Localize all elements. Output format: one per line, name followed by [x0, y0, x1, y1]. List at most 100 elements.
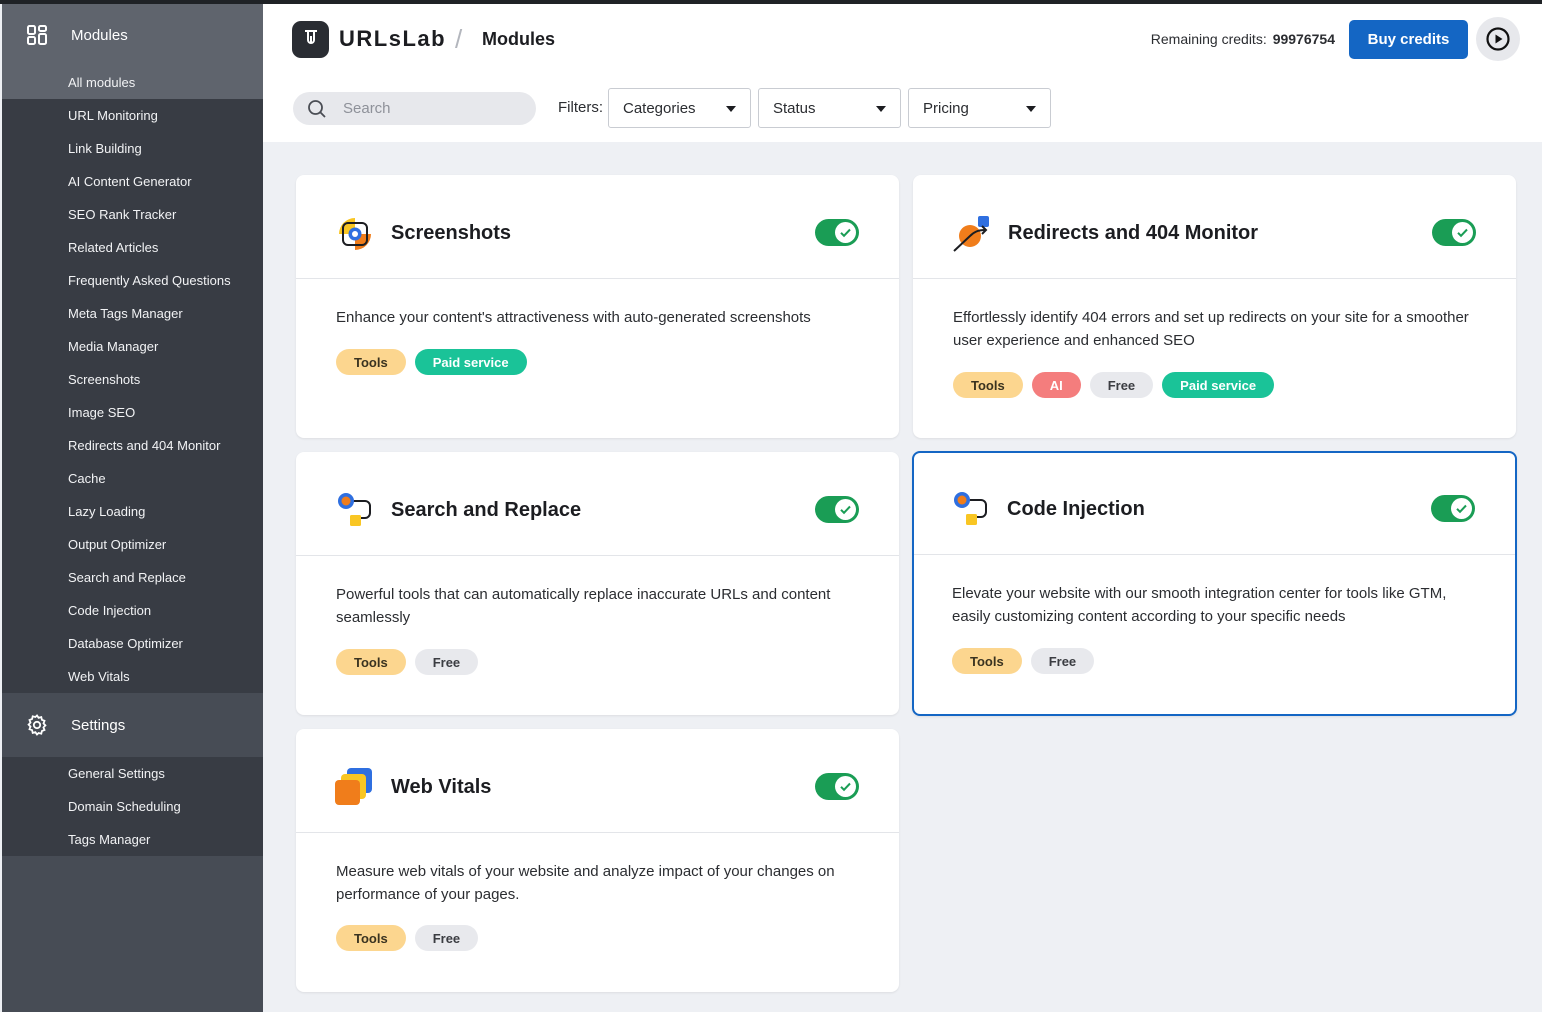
card-tags: Tools Free [952, 648, 1095, 674]
categories-select[interactable]: Categories [608, 88, 751, 128]
search-icon [308, 99, 326, 118]
module-card-screenshots[interactable]: Screenshots Enhance your content's attra… [296, 175, 899, 438]
tag-free[interactable]: Free [1089, 372, 1154, 398]
tag-tools[interactable]: Tools [336, 349, 406, 375]
sidebar-item-code-injection[interactable]: Code Injection [2, 594, 263, 627]
sidebar-item-cache[interactable]: Cache [2, 462, 263, 495]
card-description: Powerful tools that can automatically re… [336, 586, 831, 626]
search-replace-module-icon [338, 493, 371, 526]
module-toggle[interactable] [815, 496, 859, 523]
card-title: Redirects and 404 Monitor [1008, 222, 1259, 244]
code-injection-module-icon [954, 492, 987, 525]
categories-select-value: Categories [623, 99, 696, 117]
card-title: Screenshots [391, 222, 512, 244]
module-toggle[interactable] [815, 773, 859, 800]
credits-value: 99976754 [1272, 31, 1335, 47]
tag-tools[interactable]: Tools [952, 648, 1022, 674]
sidebar-item-web-vitals[interactable]: Web Vitals [2, 660, 263, 693]
sidebar-modules-header[interactable]: Modules [2, 4, 263, 66]
module-card-web-vitals[interactable]: Web Vitals Measure web vitals of your we… [296, 729, 899, 992]
card-tags: Tools Paid service [336, 349, 527, 375]
sidebar-item-lazy-loading[interactable]: Lazy Loading [2, 495, 263, 528]
tag-free[interactable]: Free [1030, 648, 1095, 674]
sidebar-item-screenshots[interactable]: Screenshots [2, 363, 263, 396]
filters-label: Filters: [558, 99, 603, 116]
card-header: Screenshots [296, 175, 899, 279]
tag-tools[interactable]: Tools [336, 925, 406, 951]
grid-icon [25, 23, 49, 47]
sidebar-item-domain-scheduling[interactable]: Domain Scheduling [2, 790, 263, 823]
tag-tools[interactable]: Tools [336, 649, 406, 675]
sidebar-item-link-building[interactable]: Link Building [2, 132, 263, 165]
tag-ai[interactable]: AI [1031, 372, 1081, 398]
check-icon [1451, 498, 1472, 519]
tag-paid-service[interactable]: Paid service [1162, 372, 1275, 398]
module-card-code-injection[interactable]: Code Injection Elevate your website with… [912, 451, 1517, 716]
tag-tools[interactable]: Tools [953, 372, 1023, 398]
pricing-select[interactable]: Pricing [908, 88, 1051, 128]
check-icon [835, 222, 856, 243]
card-title: Web Vitals [391, 776, 492, 798]
caret-down-icon [876, 106, 886, 112]
check-icon [835, 776, 856, 797]
screenshots-module-icon [339, 218, 371, 250]
header: URLsLab / Modules Remaining credits: 9997… [263, 4, 1542, 142]
sidebar: Modules All modules URL Monitoring Link … [2, 4, 263, 1012]
search-input[interactable] [343, 100, 523, 117]
module-toggle[interactable] [1432, 219, 1476, 246]
sidebar-item-seo-rank-tracker[interactable]: SEO Rank Tracker [2, 198, 263, 231]
sidebar-item-media-manager[interactable]: Media Manager [2, 330, 263, 363]
card-tags: Tools Free [336, 649, 479, 675]
tag-free[interactable]: Free [414, 649, 479, 675]
search-box[interactable] [293, 92, 536, 125]
card-header: Redirects and 404 Monitor [913, 175, 1516, 279]
card-header: Code Injection [914, 453, 1515, 555]
tag-free[interactable]: Free [414, 925, 479, 951]
sidebar-settings-header[interactable]: Settings [2, 693, 263, 757]
card-description: Effortlessly identify 404 errors and set… [953, 309, 1469, 349]
brand-name: URLsLab [339, 26, 447, 51]
sidebar-item-related-articles[interactable]: Related Articles [2, 231, 263, 264]
urlslab-logo-icon [292, 21, 329, 58]
module-toggle[interactable] [815, 219, 859, 246]
web-vitals-module-icon [335, 768, 372, 805]
sidebar-item-all-modules[interactable]: All modules [2, 66, 263, 99]
card-header: Search and Replace [296, 452, 899, 556]
credits-label: Remaining credits: [1150, 31, 1267, 47]
sidebar-settings-list: General Settings Domain Scheduling Tags … [2, 757, 263, 856]
tag-paid-service[interactable]: Paid service [414, 349, 527, 375]
page-title: Modules [482, 29, 556, 49]
sidebar-modules-list: All modules URL Monitoring Link Building… [2, 66, 263, 693]
sidebar-item-database-optimizer[interactable]: Database Optimizer [2, 627, 263, 660]
status-select[interactable]: Status [758, 88, 901, 128]
sidebar-item-image-seo[interactable]: Image SEO [2, 396, 263, 429]
module-card-redirects[interactable]: Redirects and 404 Monitor Effortlessly i… [913, 175, 1516, 438]
card-description: Elevate your website with our smooth int… [952, 585, 1447, 625]
card-title: Code Injection [1007, 498, 1145, 520]
buy-credits-button[interactable]: Buy credits [1349, 20, 1468, 59]
remaining-credits: Remaining credits: 99976754 [1151, 31, 1335, 47]
caret-down-icon [1026, 106, 1036, 112]
sidebar-item-url-monitoring[interactable]: URL Monitoring [2, 99, 263, 132]
play-icon [1486, 27, 1510, 51]
breadcrumb-separator: / [455, 24, 463, 54]
play-button[interactable] [1476, 17, 1520, 61]
gear-icon [25, 713, 49, 737]
sidebar-item-ai-content-generator[interactable]: AI Content Generator [2, 165, 263, 198]
caret-down-icon [726, 106, 736, 112]
sidebar-item-search-and-replace[interactable]: Search and Replace [2, 561, 263, 594]
sidebar-item-faq[interactable]: Frequently Asked Questions [2, 264, 263, 297]
card-tags: Tools Free [336, 925, 479, 951]
module-toggle[interactable] [1431, 495, 1475, 522]
sidebar-settings-label: Settings [71, 716, 126, 734]
sidebar-item-output-optimizer[interactable]: Output Optimizer [2, 528, 263, 561]
sidebar-item-meta-tags-manager[interactable]: Meta Tags Manager [2, 297, 263, 330]
sidebar-modules-label: Modules [71, 26, 128, 44]
sidebar-item-tags-manager[interactable]: Tags Manager [2, 823, 263, 856]
module-card-search-and-replace[interactable]: Search and Replace Powerful tools that c… [296, 452, 899, 715]
card-header: Web Vitals [296, 729, 899, 833]
card-description: Measure web vitals of your website and a… [336, 863, 835, 903]
redirects-module-icon [953, 216, 989, 252]
sidebar-item-redirects[interactable]: Redirects and 404 Monitor [2, 429, 263, 462]
sidebar-item-general-settings[interactable]: General Settings [2, 757, 263, 790]
